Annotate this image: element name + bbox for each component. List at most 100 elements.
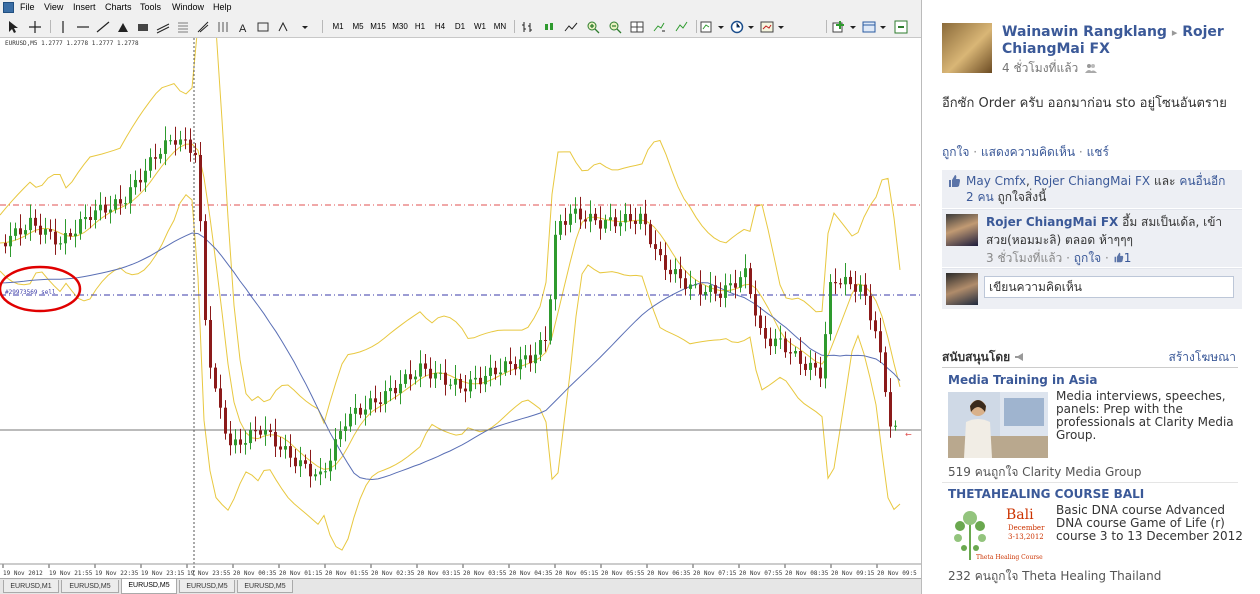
indicators-icon[interactable] [700,20,714,34]
timeframe-m1[interactable]: M1 [328,19,348,34]
dropdown-icon[interactable] [774,20,788,34]
time-label: 19 Nov 23:15 [141,570,185,577]
new-order-icon[interactable] [832,20,846,34]
navigator-icon[interactable] [862,20,876,34]
candle-body [79,219,82,234]
candle-body [554,234,557,300]
comment-input[interactable]: เขียนความคิดเห็น [984,276,1234,298]
candle-body [504,361,507,373]
channel-icon[interactable] [156,20,170,34]
menu-insert[interactable]: Insert [73,2,96,12]
liker-link[interactable]: May Cmfx [966,174,1026,188]
ad-likes[interactable]: 519 คนถูกใจ Clarity Media Group [948,463,1142,482]
trendline-icon[interactable] [96,20,110,34]
candle-body [424,363,427,369]
timeframe-h4[interactable]: H4 [430,19,450,34]
ad-photo [948,392,1048,458]
timeframe-mn[interactable]: MN [490,19,510,34]
author-avatar[interactable] [942,23,992,73]
line-chart-icon[interactable] [564,20,578,34]
timeframe-m15[interactable]: M15 [368,19,388,34]
liker-link[interactable]: Rojer ChiangMai FX [1034,174,1150,188]
tab-eurusd-m1[interactable]: EURUSD,M1 [3,580,59,593]
andrews-pitchfork-icon[interactable] [196,20,210,34]
ad-title-link[interactable]: Media Training in Asia [948,373,1098,387]
rectangle-icon[interactable] [136,20,150,34]
dropdown-icon[interactable] [714,20,728,34]
menu-charts[interactable]: Charts [105,2,132,12]
menu-window[interactable]: Window [172,2,204,12]
comment-like-link[interactable]: ถูกใจ [1074,251,1101,265]
comment-link[interactable]: แสดงความคิดเห็น [981,145,1075,159]
chart-canvas[interactable]: #29973569 sell ← 19 Nov 2012 19 Nov 21:55… [0,0,922,578]
author-name-link[interactable]: Wainawin Rangklang [1002,24,1167,40]
candle-body [219,388,222,408]
triangle-icon[interactable] [116,20,130,34]
comment-time[interactable]: 3 ชั่วโมงที่แล้ว [986,251,1062,265]
tab-eurusd-m5[interactable]: EURUSD,M5 [61,580,119,593]
fibonacci-icon[interactable] [176,20,190,34]
crosshair-icon[interactable] [28,20,42,34]
like-link[interactable]: ถูกใจ [942,145,969,159]
time-label: 20 Nov 07:55 [739,570,783,577]
cycle-lines-icon[interactable] [216,20,230,34]
timeframe-w1[interactable]: W1 [470,19,490,34]
horizontal-line-icon[interactable] [76,20,90,34]
timeframe-d1[interactable]: D1 [450,19,470,34]
tab-eurusd-m5[interactable]: EURUSD,M5 [179,580,235,593]
timeframe-m30[interactable]: M30 [390,19,410,34]
candle-body [94,210,97,220]
periods-clock-icon[interactable] [730,20,744,34]
bar-chart-icon[interactable] [520,20,534,34]
commenter-name-link[interactable]: Rojer ChiangMai FX [986,215,1118,229]
candle-body [434,372,437,379]
create-ad-link[interactable]: สร้างโฆษณา [1169,348,1237,367]
arrows-icon[interactable] [276,20,290,34]
sponsored-label: สนับสนุนโดย [942,350,1011,364]
bollinger-upper-band [0,0,901,425]
candle-body [704,291,707,295]
expert-advisors-icon[interactable] [894,20,908,34]
text-tool-icon[interactable]: A [236,20,250,34]
candle-body [4,243,7,247]
dropdown-icon[interactable] [744,20,758,34]
autoscroll-icon[interactable] [674,20,688,34]
text-label-icon[interactable] [256,20,270,34]
candle-body [709,285,712,292]
zoom-out-icon[interactable] [608,20,622,34]
menu-tools[interactable]: Tools [140,2,161,12]
candle-body [634,220,637,224]
comment-like-count[interactable]: 1 [1113,251,1131,265]
timeframe-h1[interactable]: H1 [410,19,430,34]
tile-windows-icon[interactable] [630,20,644,34]
cursor-icon[interactable] [6,20,20,34]
dropdown-icon[interactable] [298,20,312,34]
menu-file[interactable]: File [20,2,35,12]
candle-body [289,446,292,458]
ad-likes[interactable]: 232 คนถูกใจ Theta Healing Thailand [948,567,1161,586]
comment-item: Rojer ChiangMai FX อึ้ม สมเป็นเด้ล, เข้า… [942,209,1242,267]
candle-body [199,155,202,222]
templates-icon[interactable] [760,20,774,34]
commenter-avatar[interactable] [946,214,978,246]
candle-body [119,199,122,204]
ad-image-media-training[interactable] [948,392,1048,458]
post-time-text[interactable]: 4 ชั่วโมงที่แล้ว [1002,61,1078,75]
candle-body [659,249,662,256]
zoom-in-icon[interactable] [586,20,600,34]
ad-title-link[interactable]: THETAHEALING COURSE BALI [948,487,1144,501]
candle-body [174,140,177,145]
dropdown-icon[interactable] [876,20,890,34]
vertical-line-icon[interactable] [56,20,70,34]
tab-eurusd-m5[interactable]: EURUSD,M5 [237,580,293,593]
dropdown-icon[interactable] [846,20,860,34]
candlestick-icon[interactable] [542,20,556,34]
share-link[interactable]: แชร์ [1087,145,1109,159]
ad-image-thetahealing[interactable]: Bali December 3-13,2012 Theta Healing Co… [948,506,1048,564]
menu-view[interactable]: View [44,2,63,12]
tab-eurusd-m5-active[interactable]: EURUSD,M5 [121,579,177,594]
price-chart[interactable]: EURUSD,M5 1.2777 1.2778 1.2777 1.2778 #2… [0,0,922,578]
timeframe-m5[interactable]: M5 [348,19,368,34]
menu-help[interactable]: Help [213,2,232,12]
chart-shift-icon[interactable] [652,20,666,34]
